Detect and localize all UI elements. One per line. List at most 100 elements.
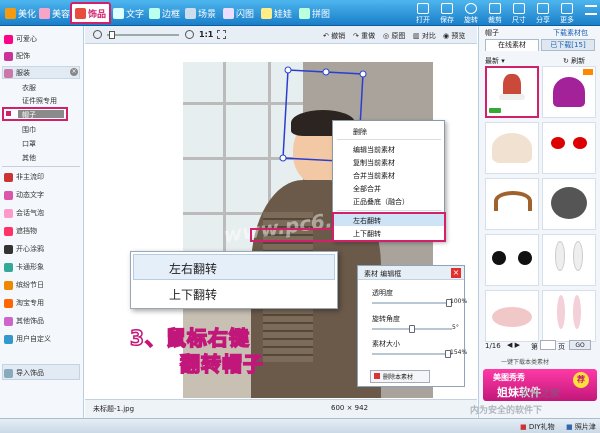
category-item[interactable]: 淘宝专用 [4,298,44,308]
sub-item-clothes[interactable]: 衣服 [22,83,36,93]
fit-icon[interactable] [217,30,226,39]
category-item[interactable]: 动态文字 [4,190,44,200]
category-item[interactable]: 缤纷节日 [4,280,44,290]
zoom-item-flip-vertical[interactable]: 上下翻转 [169,286,217,303]
category-item[interactable]: 用户自定义 [4,334,51,344]
category-item[interactable]: 配饰 [4,51,30,61]
sub-item-other[interactable]: 其他 [22,153,36,163]
category-item[interactable]: 遮挡物 [4,226,37,236]
rotate-button[interactable]: 旋转 [460,3,482,25]
category-item[interactable]: 卡通形象 [4,262,44,272]
image-dimensions: 600 × 942 [331,404,369,412]
tab-beauty[interactable]: 美容 [36,4,73,23]
hat-thumb[interactable] [485,178,539,230]
sort-select[interactable]: 最新 ▾ [485,56,505,66]
menu-item-delete[interactable]: 删除 [353,127,367,137]
tab-accessories[interactable]: 饰品 [70,2,112,24]
menu-item-merge[interactable]: 合并当前素材 [353,171,395,181]
menu-item-blend[interactable]: 正品叠底（融合） [353,197,409,207]
rotation-slider[interactable] [372,325,452,333]
resize-icon [513,3,525,14]
flash-icon [223,8,234,19]
sub-item-hats[interactable]: 帽子 [22,110,36,120]
bullet-icon [6,111,11,116]
zoom-item-flip-horizontal[interactable]: 左右翻转 [169,260,217,277]
tab-flash[interactable]: 闪图 [220,4,257,23]
download-all-text[interactable]: 一键下载本类素材 [501,357,549,366]
category-clothing[interactable]: 服装 [4,68,30,78]
tab-scene[interactable]: 场景 [182,4,219,23]
photo-print-link[interactable]: ■ 照片津 [566,422,596,432]
festival-icon [4,280,13,290]
rotation-label: 旋转角度 [372,315,400,323]
category-item[interactable]: 其他饰品 [4,316,44,326]
go-button[interactable]: GO [569,340,591,350]
category-item[interactable]: 会话气泡 [4,208,44,218]
hat-thumb-selected[interactable] [485,66,539,118]
rotation-knob[interactable] [409,325,415,333]
annotation-line1: 3、鼠标右键 [129,325,250,351]
menu-icon[interactable] [585,5,597,15]
redo-button[interactable]: ↷ 重做 [353,31,375,41]
hat-thumb[interactable] [542,290,596,342]
zoom-in-icon[interactable] [185,30,194,39]
zoom-slider[interactable] [107,34,179,36]
text-icon [113,8,124,19]
import-label[interactable]: 导入饰品 [4,368,44,378]
hat-thumb[interactable] [542,122,596,174]
resize-button[interactable]: 尺寸 [508,3,530,25]
sub-item-id-photo[interactable]: 证件照专用 [22,96,57,106]
tab-text[interactable]: 文字 [110,4,147,23]
hat-thumb[interactable] [542,234,596,286]
menu-item-copy[interactable]: 复制当前素材 [353,158,395,168]
tab-beautify[interactable]: 美化 [2,4,39,23]
close-icon[interactable]: × [451,268,461,278]
other-icon [4,316,13,326]
menu-item-edit[interactable]: 编辑当前素材 [353,145,395,155]
hat-thumb[interactable] [542,178,596,230]
section-title: 帽子 [485,29,499,37]
sub-item-mask[interactable]: 口罩 [22,139,36,149]
sub-item-scarf[interactable]: 围巾 [22,125,36,135]
beautify-icon [5,8,16,19]
compare-button[interactable]: ▥ 对比 [413,31,436,41]
tab-collage[interactable]: 拼图 [296,4,333,23]
rotation-value: 5° [452,324,459,331]
page-input[interactable] [540,340,556,350]
divider [2,166,80,167]
collapse-icon[interactable]: × [70,68,78,76]
original-button[interactable]: ◎ 原图 [383,31,405,41]
open-button[interactable]: 打开 [412,3,434,25]
menu-item-merge-all[interactable]: 全部合并 [353,184,381,194]
hat-thumb[interactable] [485,290,539,342]
zoom-out-icon[interactable] [93,30,102,39]
material-edit-panel: 素材 编辑框 × 透明度 100% 旋转角度 5° 素材大小 154% 删除本素… [357,265,467,387]
hat-thumb[interactable] [485,234,539,286]
category-item[interactable]: 非主流印 [4,172,44,182]
hat-thumb[interactable] [485,122,539,174]
more-button[interactable]: 更多 [556,3,578,25]
transparency-slider[interactable] [372,299,452,307]
undo-button[interactable]: ↶ 撤销 [323,31,345,41]
preview-button[interactable]: ◉ 预览 [443,31,465,41]
tab-downloaded[interactable]: 已下载[15] [541,39,595,51]
share-button[interactable]: 分享 [532,3,554,25]
category-item[interactable]: 可爱心 [4,34,37,44]
download-pack-link[interactable]: 下载素材包 [553,28,588,38]
delete-material-label: 删除本素材 [383,374,414,381]
size-slider[interactable] [372,350,452,358]
hat-thumb[interactable] [542,66,596,118]
category-item[interactable]: 开心涂鸦 [4,244,44,254]
diy-gift-link[interactable]: ■ DIY礼物 [520,422,555,432]
heart-icon [4,34,13,44]
save-button[interactable]: 保存 [436,3,458,25]
tab-online[interactable]: 在线素材 [485,39,539,51]
tab-frame[interactable]: 边框 [146,4,183,23]
refresh-button[interactable]: ↻ 刷新 [563,56,585,66]
zoom-ratio[interactable]: 1:1 [199,30,213,39]
prev-page-button[interactable]: ◀ ▶ [507,341,520,349]
collage-icon [299,8,310,19]
crop-button[interactable]: 裁剪 [484,3,506,25]
tab-doll[interactable]: 娃娃 [258,4,295,23]
zoom-slider-knob[interactable] [109,31,115,39]
